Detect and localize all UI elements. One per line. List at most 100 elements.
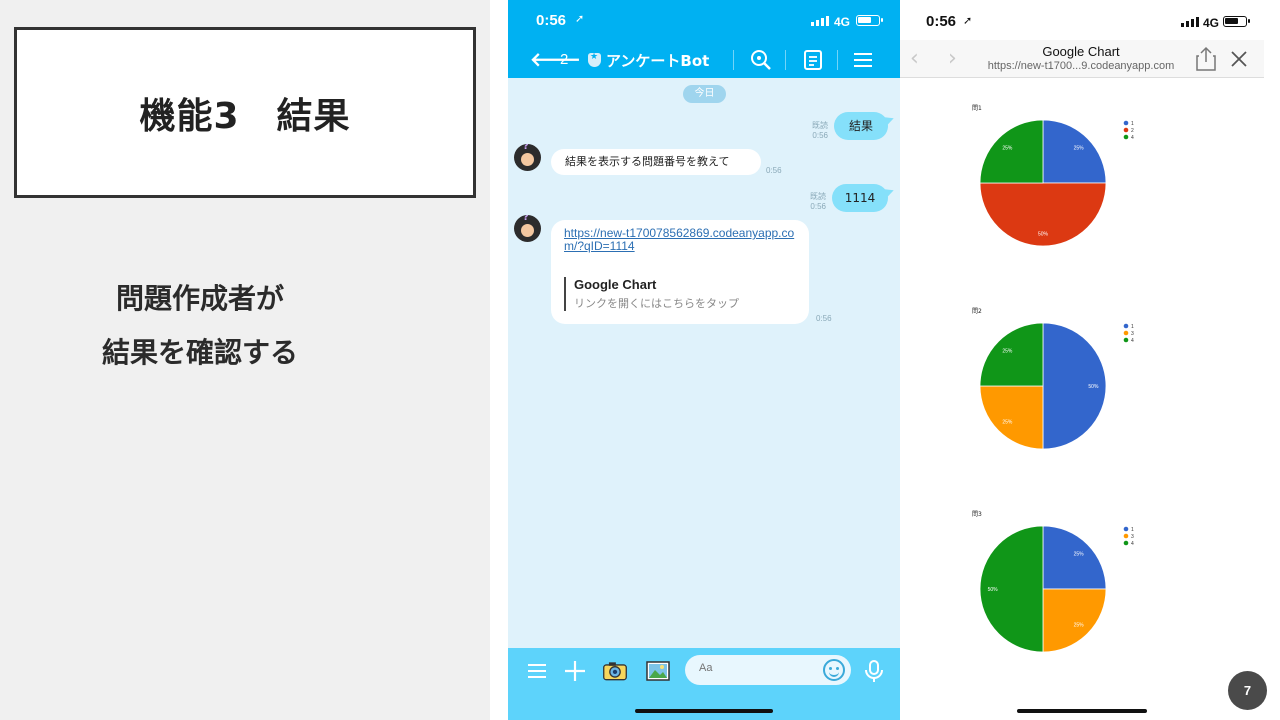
browser-screen: 0:56 ➚ 4G ‹ › Google Chart https://new-t… bbox=[900, 0, 1264, 720]
signal-icon bbox=[811, 16, 829, 26]
slice-label: 50% bbox=[1038, 231, 1049, 237]
bot-avatar[interactable] bbox=[514, 215, 541, 242]
legend-marker bbox=[1123, 120, 1129, 126]
pie-charts: 問1 25% 1 50% 2 25% 4 問2 50% 1 25% 3 25% 4 問3 25% 1 25% 3 50… bbox=[972, 105, 1134, 653]
slice-label: 50% bbox=[1088, 384, 1099, 390]
share-icon[interactable] bbox=[1195, 46, 1217, 72]
plus-icon[interactable] bbox=[562, 658, 588, 684]
slice-label: 25% bbox=[1002, 145, 1013, 151]
legend-marker bbox=[1123, 540, 1129, 546]
search-icon[interactable] bbox=[747, 46, 775, 74]
slide-title-box: 機能3 結果 bbox=[14, 27, 476, 198]
link-message[interactable]: https://new-t170078562869.codeanyapp.com… bbox=[551, 220, 809, 324]
menu-icon[interactable] bbox=[524, 658, 550, 684]
network-label: 4G bbox=[1203, 16, 1220, 30]
link-preview-subtitle: リンクを開くにはこちらをタップ bbox=[574, 297, 739, 310]
chart-title: 問1 bbox=[972, 105, 982, 112]
home-indicator bbox=[1017, 709, 1147, 713]
chart-title: 問3 bbox=[972, 511, 982, 518]
forward-icon[interactable]: › bbox=[948, 46, 957, 71]
official-badge-icon bbox=[588, 52, 601, 67]
browser-nav-bar: ‹ › Google Chart https://new-t1700...9.c… bbox=[900, 40, 1264, 78]
pie-chart-3: 問3 25% 1 25% 3 50% 4 bbox=[972, 511, 1134, 653]
header-divider bbox=[837, 50, 838, 70]
camera-icon[interactable] bbox=[602, 658, 632, 684]
battery-icon bbox=[1223, 16, 1250, 27]
legend-label: 1 bbox=[1131, 121, 1134, 127]
bot-avatar[interactable] bbox=[514, 144, 541, 171]
emoji-icon[interactable] bbox=[823, 659, 845, 681]
unread-count[interactable]: 2 bbox=[560, 51, 568, 68]
message-time: 0:56 bbox=[766, 166, 782, 175]
link-preview-title: Google Chart bbox=[574, 277, 657, 292]
legend-label: 1 bbox=[1131, 324, 1134, 330]
location-icon: ➚ bbox=[963, 14, 973, 27]
slice-label: 25% bbox=[1074, 623, 1085, 629]
description-line-2: 結果を確認する bbox=[101, 336, 298, 369]
pie-slice bbox=[1042, 119, 1107, 184]
header-divider bbox=[785, 50, 786, 70]
read-label: 既読 bbox=[812, 121, 828, 130]
battery-icon bbox=[856, 15, 883, 26]
status-bar: 0:56 ➚ 4G bbox=[900, 0, 1264, 40]
line-chat-screen: 0:56 ➚ 4G 🡐 2 アンケートBot 今日 既読 0:56 結果 bbox=[508, 0, 900, 720]
menu-icon[interactable] bbox=[849, 46, 877, 74]
page-url[interactable]: https://new-t1700...9.codeanyapp.com bbox=[970, 60, 1192, 72]
message-link[interactable]: https://new-t170078562869.codeanyapp.com… bbox=[564, 227, 796, 253]
slide-title: 機能3 結果 bbox=[139, 95, 351, 137]
message-text: 結果を表示する問題番号を教えて bbox=[565, 155, 730, 168]
home-indicator bbox=[635, 709, 773, 713]
status-bar: 0:56 ➚ 4G bbox=[508, 0, 900, 42]
incoming-message[interactable]: 結果を表示する問題番号を教えて bbox=[551, 149, 761, 175]
legend-marker bbox=[1123, 337, 1129, 343]
header-divider bbox=[733, 50, 734, 70]
legend-label: 3 bbox=[1131, 331, 1134, 337]
legend-marker bbox=[1123, 526, 1129, 532]
pie-chart-1: 問1 25% 1 50% 2 25% 4 bbox=[972, 105, 1134, 247]
status-time: 0:56 bbox=[536, 12, 567, 29]
slice-label: 25% bbox=[1002, 348, 1013, 354]
legend-marker bbox=[1123, 533, 1129, 539]
close-icon[interactable] bbox=[1230, 50, 1248, 68]
slice-label: 50% bbox=[988, 587, 999, 593]
slide-description: 問題作成者が 結果を確認する bbox=[60, 272, 340, 380]
outgoing-message[interactable]: 1114 bbox=[832, 184, 888, 212]
location-icon: ➚ bbox=[575, 12, 585, 25]
message-time: 0:56 bbox=[816, 314, 832, 323]
back-icon[interactable]: ‹ bbox=[910, 46, 919, 71]
legend-label: 4 bbox=[1131, 541, 1134, 547]
slice-label: 25% bbox=[1002, 420, 1013, 426]
message-input[interactable] bbox=[699, 662, 809, 674]
legend-label: 2 bbox=[1131, 128, 1134, 134]
description-line-1: 問題作成者が bbox=[115, 282, 284, 315]
outgoing-message[interactable]: 結果 bbox=[834, 112, 888, 140]
slice-label: 25% bbox=[1074, 145, 1085, 151]
read-label: 既読 bbox=[810, 192, 826, 201]
back-arrow-icon[interactable]: 🡐 bbox=[530, 48, 581, 71]
slice-label: 25% bbox=[1074, 551, 1085, 557]
pie-slice bbox=[979, 119, 1044, 184]
message-field[interactable] bbox=[685, 655, 851, 685]
slide-left-panel: 機能3 結果 問題作成者が 結果を確認する bbox=[0, 0, 490, 720]
pie-chart-2: 問2 50% 1 25% 3 25% 4 bbox=[972, 308, 1134, 450]
chat-title: アンケートBot bbox=[606, 52, 710, 70]
notes-icon[interactable] bbox=[799, 46, 827, 74]
message-text: 1114 bbox=[844, 191, 876, 205]
message-time: 0:56 bbox=[810, 202, 826, 211]
pie-slice bbox=[1042, 525, 1107, 590]
message-text: 結果 bbox=[848, 119, 873, 133]
page-title: Google Chart bbox=[1042, 44, 1120, 59]
page-number-badge: 7 bbox=[1228, 671, 1267, 710]
legend-marker bbox=[1123, 330, 1129, 336]
chart-title: 問2 bbox=[972, 308, 982, 315]
image-icon[interactable] bbox=[645, 658, 671, 684]
network-label: 4G bbox=[834, 15, 851, 29]
legend-marker bbox=[1123, 134, 1129, 140]
legend-marker bbox=[1123, 323, 1129, 329]
read-receipt: 既読 0:56 bbox=[806, 121, 828, 141]
status-time: 0:56 bbox=[926, 13, 957, 30]
legend-marker bbox=[1123, 127, 1129, 133]
pie-slice bbox=[979, 385, 1044, 450]
microphone-icon[interactable] bbox=[861, 658, 887, 684]
link-preview[interactable]: Google Chart リンクを開くにはこちらをタップ bbox=[564, 277, 739, 311]
